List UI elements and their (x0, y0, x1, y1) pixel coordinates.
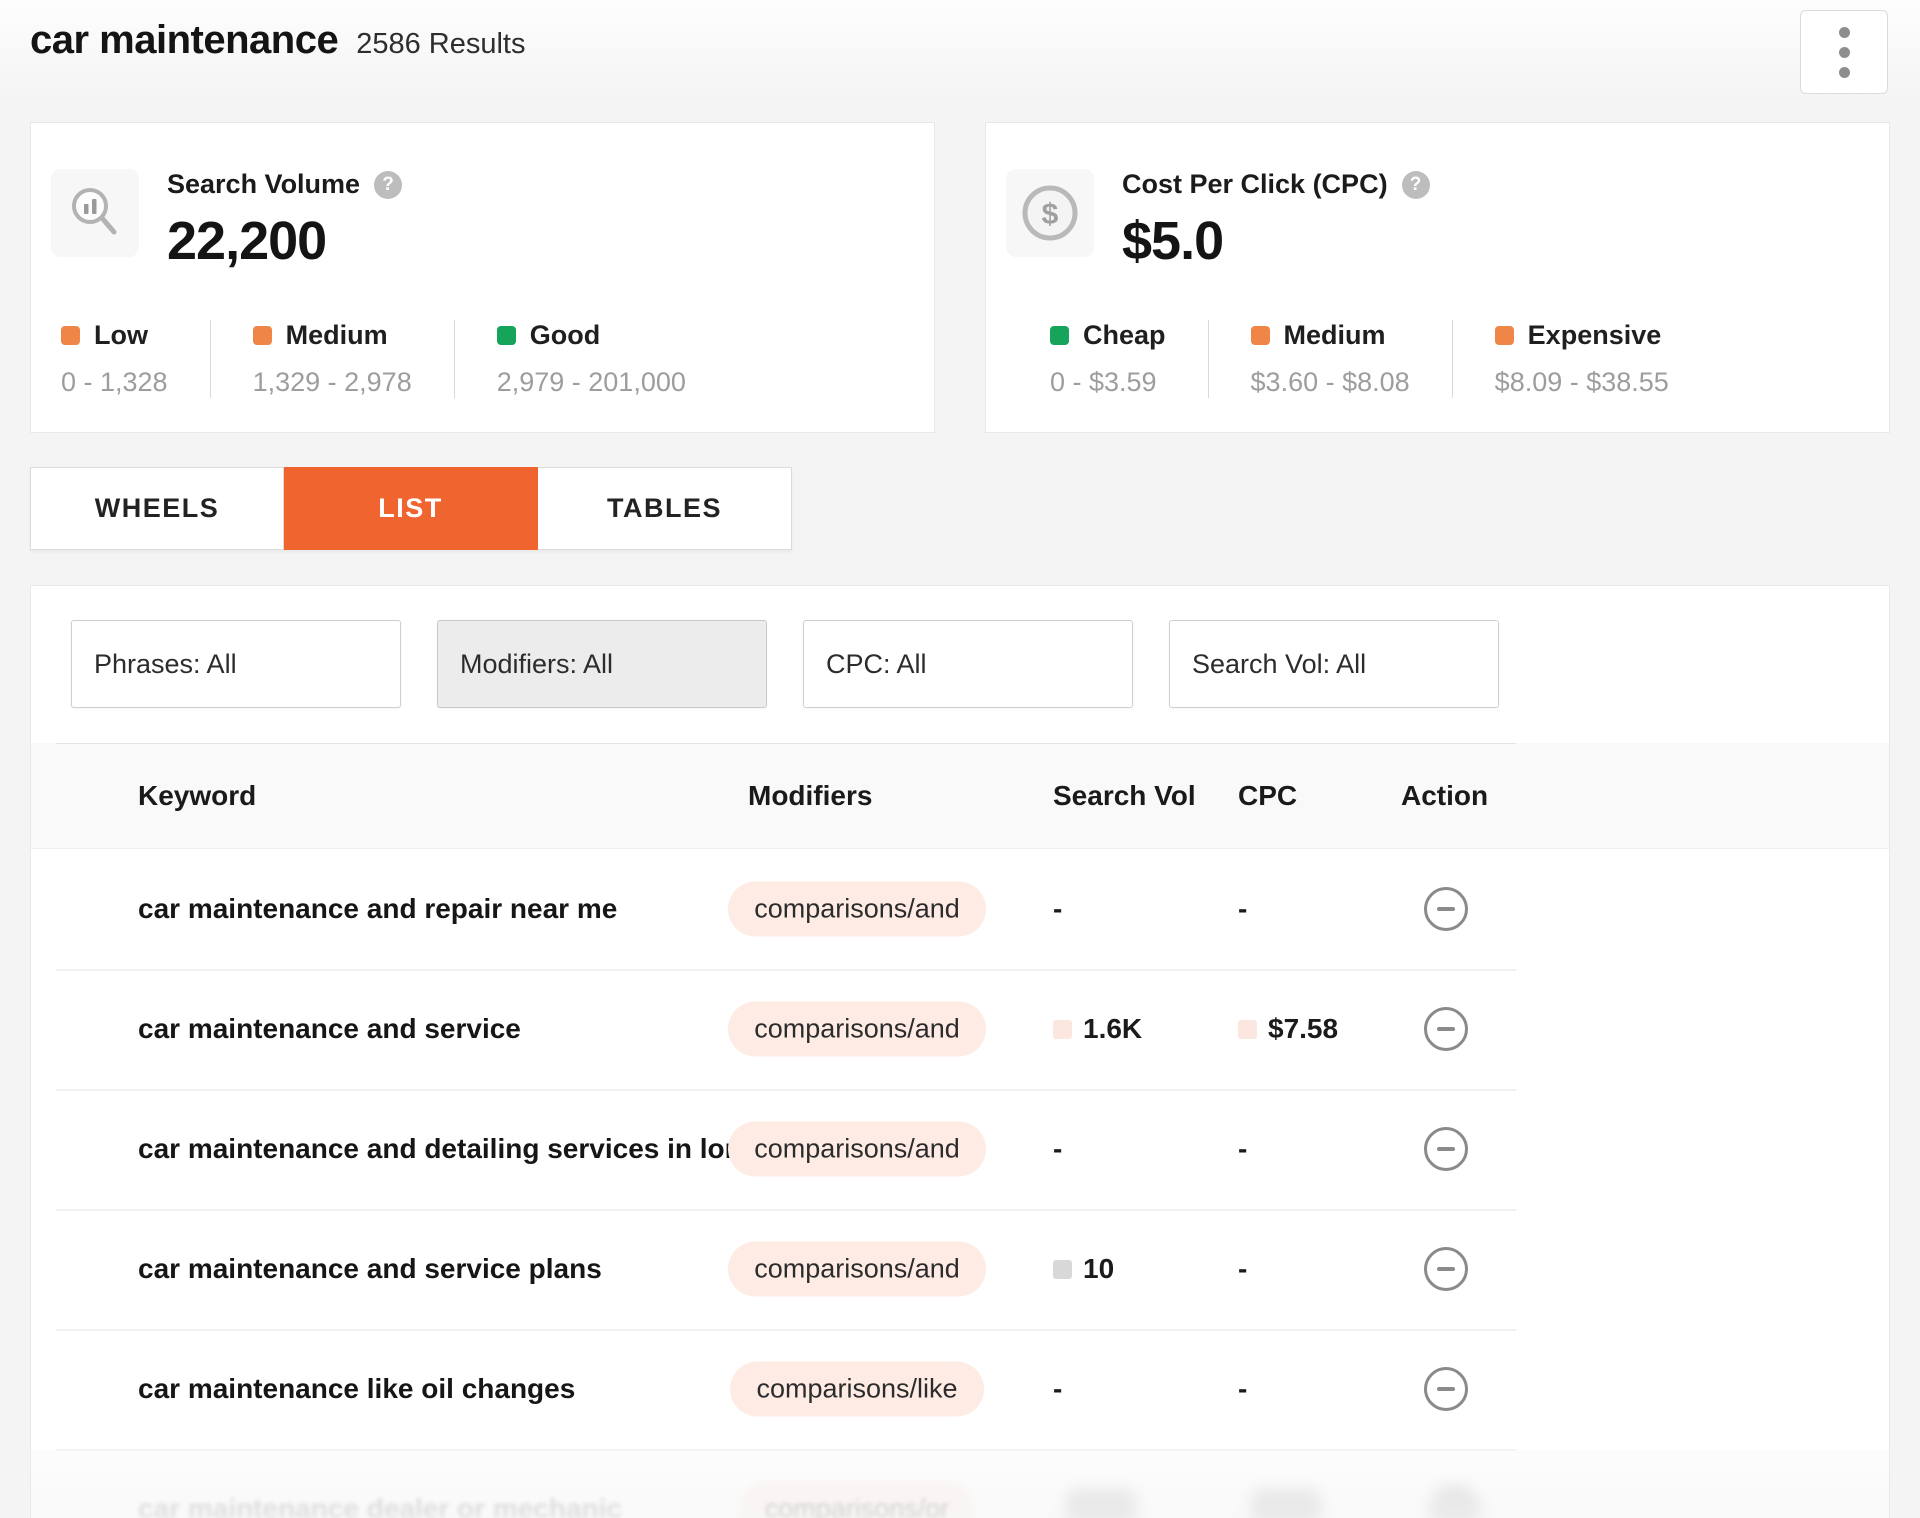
legend-item-low: Low 0 - 1,328 (61, 320, 211, 398)
tab-wheels[interactable]: WHEELS (30, 467, 284, 550)
remove-keyword-button[interactable] (1424, 1007, 1468, 1051)
remove-keyword-button[interactable] (1424, 1127, 1468, 1171)
cpc-filter-dropdown[interactable]: CPC: All (803, 620, 1133, 708)
cpc-icon-box: $ (1006, 169, 1094, 257)
search-volume-legend: Low 0 - 1,328 Medium 1,329 - 2,978 Good … (61, 320, 770, 398)
modifier-tag: comparisons/like (730, 1362, 983, 1417)
keyword-text: car maintenance and service plans (138, 1253, 602, 1285)
cpc-value: - (1238, 893, 1247, 925)
table-row: car maintenance and service plans compar… (31, 1209, 1889, 1329)
cpc-legend: Cheap 0 - $3.59 Medium $3.60 - $8.08 Exp… (1050, 320, 1753, 398)
expensive-color-swatch (1495, 326, 1514, 345)
search-vol-filter-dropdown[interactable]: Search Vol: All (1169, 620, 1499, 708)
legend-item-expensive: Expensive $8.09 - $38.55 (1495, 320, 1711, 398)
svg-text:$: $ (1042, 198, 1059, 231)
modifier-tag: comparisons/or (739, 1482, 976, 1518)
blurred-search-vol-value (1066, 1490, 1136, 1518)
table-row: car maintenance and detailing services i… (31, 1089, 1889, 1209)
medium-cpc-color-swatch (1251, 326, 1270, 345)
remove-keyword-button[interactable] (1424, 1367, 1468, 1411)
kebab-menu-icon (1839, 67, 1850, 78)
search-volume-value: 22,200 (167, 210, 402, 272)
help-icon[interactable]: ? (1402, 171, 1430, 199)
page-header: car maintenance 2586 Results (30, 18, 525, 63)
cheap-color-swatch (1050, 326, 1069, 345)
search-vol-value: 1.6K (1083, 1013, 1142, 1045)
legend-item-medium: Medium 1,329 - 2,978 (253, 320, 455, 398)
tab-list[interactable]: LIST (284, 467, 538, 550)
cpc-value: - (1238, 1373, 1247, 1405)
search-vol-value: 10 (1083, 1253, 1114, 1285)
table-header: Keyword Modifiers Search Vol CPC Action (31, 743, 1889, 849)
cpc-title: Cost Per Click (CPC) (1122, 169, 1388, 200)
low-color-swatch (61, 326, 80, 345)
tab-tables[interactable]: TABLES (538, 467, 792, 550)
table-row: car maintenance and repair near me compa… (31, 849, 1889, 969)
blurred-action-button (1429, 1485, 1481, 1518)
keyword-text: car maintenance and repair near me (138, 893, 617, 925)
medium-color-swatch (253, 326, 272, 345)
results-count: 2586 Results (356, 28, 525, 61)
modifiers-filter-dropdown[interactable]: Modifiers: All (437, 620, 767, 708)
cpc-value: - (1238, 1133, 1247, 1165)
table-row: car maintenance like oil changes compari… (31, 1329, 1889, 1449)
dollar-coin-icon: $ (1018, 181, 1082, 245)
modifier-tag: comparisons/and (728, 882, 986, 937)
column-header-modifiers: Modifiers (748, 780, 872, 812)
search-vol-marker (1053, 1260, 1072, 1279)
search-volume-card: Search Volume ? 22,200 Low 0 - 1,328 Med… (30, 122, 935, 433)
modifier-tag: comparisons/and (728, 1122, 986, 1177)
results-panel: Phrases: All Modifiers: All CPC: All Sea… (30, 585, 1890, 1518)
table-body: car maintenance and repair near me compa… (31, 849, 1889, 1518)
view-tabs: WHEELS LIST TABLES (30, 467, 792, 550)
keyword-text: car maintenance dealer or mechanic (138, 1493, 622, 1518)
blurred-cpc-value (1251, 1490, 1321, 1518)
column-header-action: Action (1401, 780, 1488, 812)
remove-keyword-button[interactable] (1424, 1247, 1468, 1291)
cpc-value: - (1238, 1253, 1247, 1285)
page-title: car maintenance (30, 18, 338, 63)
search-vol-value: - (1053, 893, 1062, 925)
kebab-menu-icon (1839, 27, 1850, 38)
cpc-value: $7.58 (1268, 1013, 1338, 1045)
column-header-keyword: Keyword (138, 780, 256, 812)
kebab-menu-button[interactable] (1800, 10, 1888, 94)
filter-bar: Phrases: All Modifiers: All CPC: All Sea… (71, 620, 1499, 708)
modifier-tag: comparisons/and (728, 1002, 986, 1057)
cpc-value: $5.0 (1122, 210, 1430, 272)
table-row-faded: car maintenance dealer or mechanic compa… (31, 1449, 1889, 1518)
legend-item-medium-cpc: Medium $3.60 - $8.08 (1251, 320, 1453, 398)
keyword-text: car maintenance like oil changes (138, 1373, 575, 1405)
modifier-tag: comparisons/and (728, 1242, 986, 1297)
phrases-filter-dropdown[interactable]: Phrases: All (71, 620, 401, 708)
table-row: car maintenance and service comparisons/… (31, 969, 1889, 1089)
search-vol-value: - (1053, 1373, 1062, 1405)
legend-item-cheap: Cheap 0 - $3.59 (1050, 320, 1209, 398)
good-color-swatch (497, 326, 516, 345)
remove-keyword-button[interactable] (1424, 887, 1468, 931)
legend-item-good: Good 2,979 - 201,000 (497, 320, 728, 398)
search-volume-icon-box (51, 169, 139, 257)
search-vol-value: - (1053, 1133, 1062, 1165)
kebab-menu-icon (1839, 47, 1850, 58)
cpc-card: $ Cost Per Click (CPC) ? $5.0 Cheap 0 - … (985, 122, 1890, 433)
column-header-cpc: CPC (1238, 780, 1297, 812)
help-icon[interactable]: ? (374, 171, 402, 199)
search-volume-title: Search Volume (167, 169, 360, 200)
column-header-search-vol: Search Vol (1053, 780, 1196, 812)
magnifier-bars-icon (65, 183, 125, 243)
keyword-text: car maintenance and service (138, 1013, 521, 1045)
search-vol-marker (1053, 1020, 1072, 1039)
cpc-marker (1238, 1020, 1257, 1039)
